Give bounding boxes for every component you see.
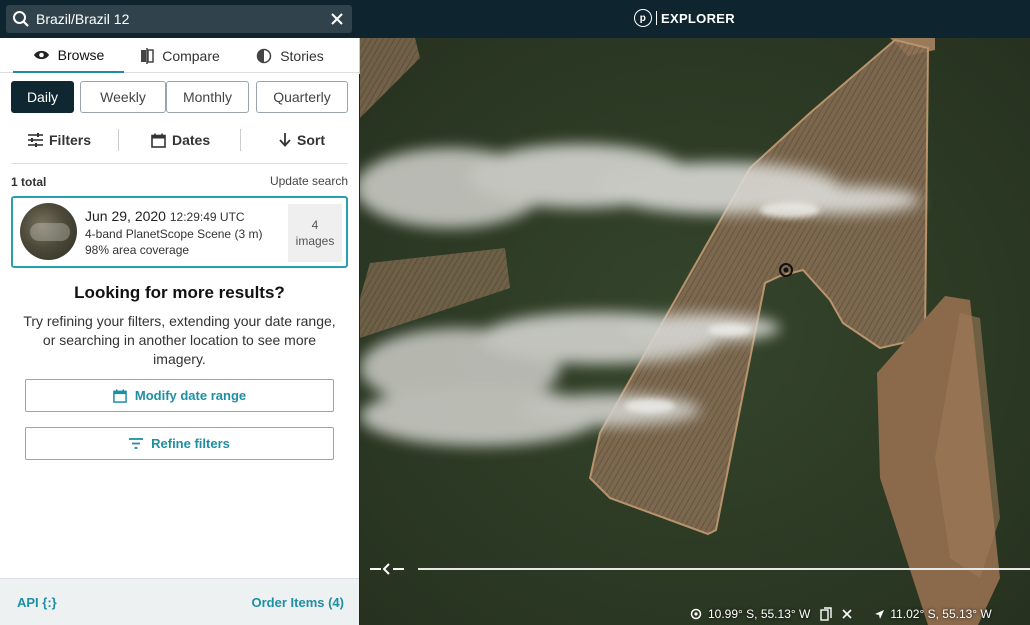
modify-date-range-button[interactable]: Modify date range: [25, 379, 334, 412]
sliders-icon: [28, 133, 43, 147]
eye-icon: [33, 49, 50, 61]
close-icon[interactable]: [842, 609, 852, 619]
brand-divider: [656, 11, 657, 25]
interval-weekly-button[interactable]: Weekly: [80, 81, 166, 113]
sort-label: Sort: [297, 132, 325, 148]
dates-label: Dates: [172, 132, 211, 148]
dates-button[interactable]: Dates: [151, 124, 210, 156]
planet-logo-icon: p: [634, 9, 652, 27]
scene-date-value: Jun 29, 2020: [85, 208, 166, 224]
more-results-text: Try refining your filters, extending you…: [23, 313, 336, 367]
calendar-icon: [151, 133, 166, 148]
tab-stories-label: Stories: [280, 47, 324, 64]
sort-button[interactable]: Sort: [279, 124, 325, 156]
scene-time: 12:29:49 UTC: [169, 210, 245, 224]
panel-footer: API {:} Order Items (4): [0, 578, 359, 625]
tab-stories[interactable]: Stories: [245, 38, 335, 73]
satellite-imagery: [360, 38, 1030, 625]
filter-lines-icon: [129, 438, 144, 449]
center-coordinates: 10.99° S, 55.13° W: [708, 607, 811, 621]
order-items-link[interactable]: Order Items (4): [252, 595, 344, 610]
coordinates-bar: 10.99° S, 55.13° W 11.02° S, 55.13° W: [690, 604, 992, 624]
scene-date: Jun 29, 2020 12:29:49 UTC: [85, 208, 245, 224]
brand[interactable]: p EXPLORER: [634, 9, 735, 27]
filters-button[interactable]: Filters: [28, 124, 91, 156]
cursor-coordinates: 11.02° S, 55.13° W: [890, 607, 992, 621]
update-search-link[interactable]: Update search: [270, 174, 348, 188]
filters-label: Filters: [49, 132, 92, 148]
close-icon[interactable]: [322, 5, 352, 33]
interval-daily-button[interactable]: Daily: [11, 81, 74, 113]
interval-selector: Daily Weekly Monthly Quarterly: [11, 81, 348, 113]
tab-bar: Browse Compare Stories: [0, 38, 359, 73]
more-results-heading: Looking for more results?: [74, 283, 285, 302]
results-total: 1 total: [11, 175, 47, 189]
timeline-slider[interactable]: [370, 560, 1030, 578]
arrow-down-icon: [279, 133, 291, 147]
scene-coverage: 98% area coverage: [85, 243, 190, 257]
result-card[interactable]: Jun 29, 2020 12:29:49 UTC 4-band PlanetS…: [11, 196, 348, 268]
satellite-map[interactable]: [360, 38, 1030, 625]
calendar-icon: [113, 388, 127, 403]
image-count-badge: 4 images: [288, 204, 342, 262]
search-input[interactable]: Brazil/Brazil 12: [36, 11, 322, 27]
scene-thumbnail: [20, 203, 77, 260]
toolbar-divider: [240, 129, 241, 151]
api-link[interactable]: API {:}: [17, 595, 57, 610]
tab-browse-label: Browse: [57, 46, 105, 63]
crosshair-icon: [690, 608, 702, 620]
refine-filters-label: Refine filters: [151, 436, 230, 451]
toolbar: Filters Dates Sort: [11, 124, 348, 156]
image-count: 4: [311, 218, 319, 232]
scene-description: 4-band PlanetScope Scene (3 m): [85, 227, 263, 241]
top-bar: Brazil/Brazil 12 p EXPLORER: [0, 0, 1030, 38]
compare-icon: [140, 47, 154, 64]
toolbar-divider: [118, 129, 119, 151]
timeline-handle-icon[interactable]: [370, 560, 404, 578]
interval-quarterly-button[interactable]: Quarterly: [256, 81, 348, 113]
copy-icon[interactable]: [820, 607, 833, 621]
brand-name: EXPLORER: [661, 10, 735, 26]
left-panel: Browse Compare Stories Daily Weekly Mont…: [0, 38, 359, 625]
timeline-track: [418, 568, 1030, 570]
divider: [11, 163, 348, 164]
tab-compare[interactable]: Compare: [130, 38, 230, 73]
refine-filters-button[interactable]: Refine filters: [25, 427, 334, 460]
modify-date-range-label: Modify date range: [134, 388, 247, 403]
search-box[interactable]: Brazil/Brazil 12: [6, 5, 352, 33]
navigation-arrow-icon: [874, 609, 885, 620]
tab-browse[interactable]: Browse: [13, 38, 124, 73]
tab-compare-label: Compare: [162, 47, 220, 64]
search-icon: [6, 5, 36, 33]
image-count-label: images: [295, 234, 335, 248]
stories-icon: [256, 48, 272, 64]
interval-monthly-button[interactable]: Monthly: [166, 81, 249, 113]
